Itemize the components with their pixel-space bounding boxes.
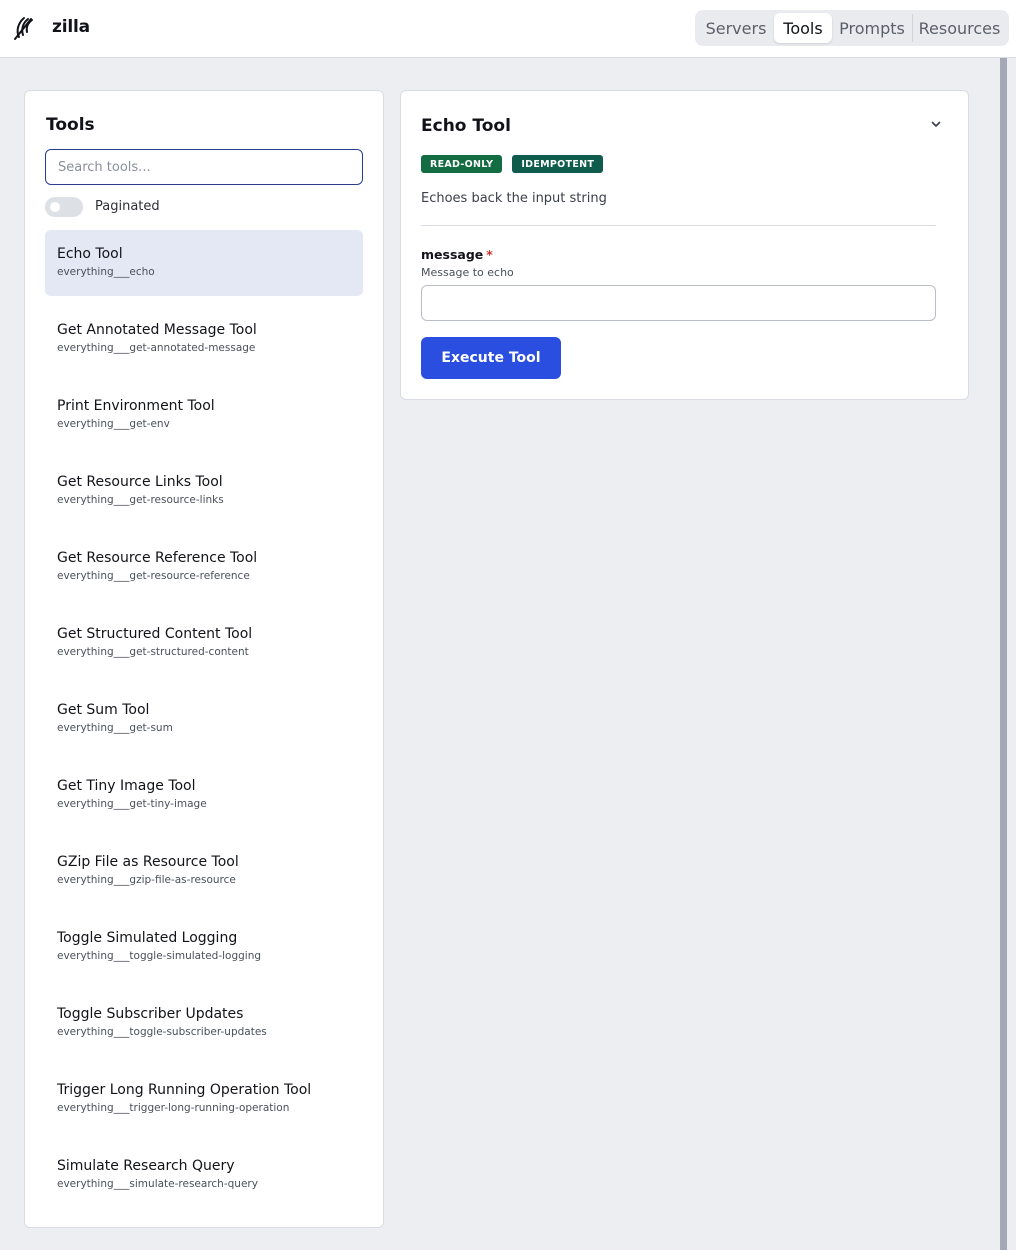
tool-item-get-structured-content[interactable]: Get Structured Content Tool everything__… [45,610,363,676]
tool-id: everything___get-resource-reference [57,570,250,582]
tool-id: everything___toggle-simulated-logging [57,950,262,962]
tool-item-toggle-simulated-logging[interactable]: Toggle Simulated Logging everything___to… [45,914,363,980]
tab-resources[interactable]: Resources [913,13,1006,43]
tool-item-simulate-research-query[interactable]: Simulate Research Query everything___sim… [45,1142,363,1208]
tab-tools[interactable]: Tools [774,13,832,43]
tool-name: Toggle Subscriber Updates [57,1006,244,1022]
tool-id: everything___get-annotated-message [57,342,256,354]
tool-item-toggle-subscriber-updates[interactable]: Toggle Subscriber Updates everything___t… [45,990,363,1056]
message-input[interactable] [421,285,936,321]
tool-item-get-sum[interactable]: Get Sum Tool everything___get-sum [45,686,363,752]
tool-name: Get Structured Content Tool [57,626,253,642]
paginated-label: Paginated [95,199,160,214]
chevron-down-icon[interactable] [929,117,943,131]
tool-item-get-resource-reference[interactable]: Get Resource Reference Tool everything__… [45,534,363,600]
tool-name: Simulate Research Query [57,1158,235,1174]
tool-name: Get Tiny Image Tool [57,778,196,794]
tool-item-get-tiny-image[interactable]: Get Tiny Image Tool everything___get-tin… [45,762,363,828]
tools-panel-title: Tools [46,115,95,135]
tool-item-echo[interactable]: Echo Tool everything___echo [45,230,363,296]
app-name[interactable]: zilla [52,17,90,37]
divider [421,225,936,226]
tool-name: Trigger Long Running Operation Tool [57,1082,312,1098]
required-mark: * [486,247,493,262]
execute-tool-button[interactable]: Execute Tool [421,337,561,379]
top-bar: zilla Servers Tools Prompts Resources [0,0,1016,58]
tool-id: everything___trigger-long-running-operat… [57,1102,290,1114]
message-field-help: Message to echo [421,266,514,279]
tool-id: everything___get-env [57,418,170,430]
tool-name: Echo Tool [57,246,123,262]
tool-name: Print Environment Tool [57,398,215,414]
annotation-badges: READ-ONLY IDEMPOTENT [421,155,604,173]
tool-id: everything___gzip-file-as-resource [57,874,236,886]
tool-id: everything___echo [57,266,155,278]
paginated-toggle[interactable] [45,197,83,217]
tool-item-gzip-file-as-resource[interactable]: GZip File as Resource Tool everything___… [45,838,363,904]
message-label-text: message [421,247,484,262]
tool-item-get-resource-links[interactable]: Get Resource Links Tool everything___get… [45,458,363,524]
tool-detail-panel: Echo Tool READ-ONLY IDEMPOTENT Echoes ba… [400,90,969,400]
search-tools-input[interactable] [45,149,363,185]
tool-id: everything___get-structured-content [57,646,249,658]
tool-id: everything___toggle-subscriber-updates [57,1026,267,1038]
tool-id: everything___get-resource-links [57,494,224,506]
toggle-knob [50,202,60,212]
tab-prompts[interactable]: Prompts [832,13,912,43]
tool-name: Toggle Simulated Logging [57,930,238,946]
tool-list: Echo Tool everything___echo Get Annotate… [45,230,363,1218]
page-scrollbar[interactable] [1000,58,1007,1250]
tool-item-trigger-long-running-operation[interactable]: Trigger Long Running Operation Tool ever… [45,1066,363,1132]
tool-id: everything___get-sum [57,722,173,734]
tool-description: Echoes back the input string [421,191,607,206]
tool-name: Get Resource Links Tool [57,474,223,490]
tool-name: Get Resource Reference Tool [57,550,258,566]
main-nav: Servers Tools Prompts Resources [695,10,1009,46]
tool-id: everything___simulate-research-query [57,1178,258,1190]
message-field-label: message * [421,247,493,262]
tool-name: Get Annotated Message Tool [57,322,257,338]
badge-idempotent: IDEMPOTENT [512,155,604,173]
tool-name: Get Sum Tool [57,702,150,718]
tool-item-get-env[interactable]: Print Environment Tool everything___get-… [45,382,363,448]
tab-servers[interactable]: Servers [698,13,774,43]
tool-name: GZip File as Resource Tool [57,854,239,870]
badge-read-only: READ-ONLY [421,155,503,173]
tools-panel: Tools Paginated Echo Tool everything___e… [24,90,384,1228]
feather-logo-icon[interactable] [10,13,36,43]
tool-id: everything___get-tiny-image [57,798,207,810]
tool-detail-title: Echo Tool [421,116,511,136]
tool-item-get-annotated-message[interactable]: Get Annotated Message Tool everything___… [45,306,363,372]
